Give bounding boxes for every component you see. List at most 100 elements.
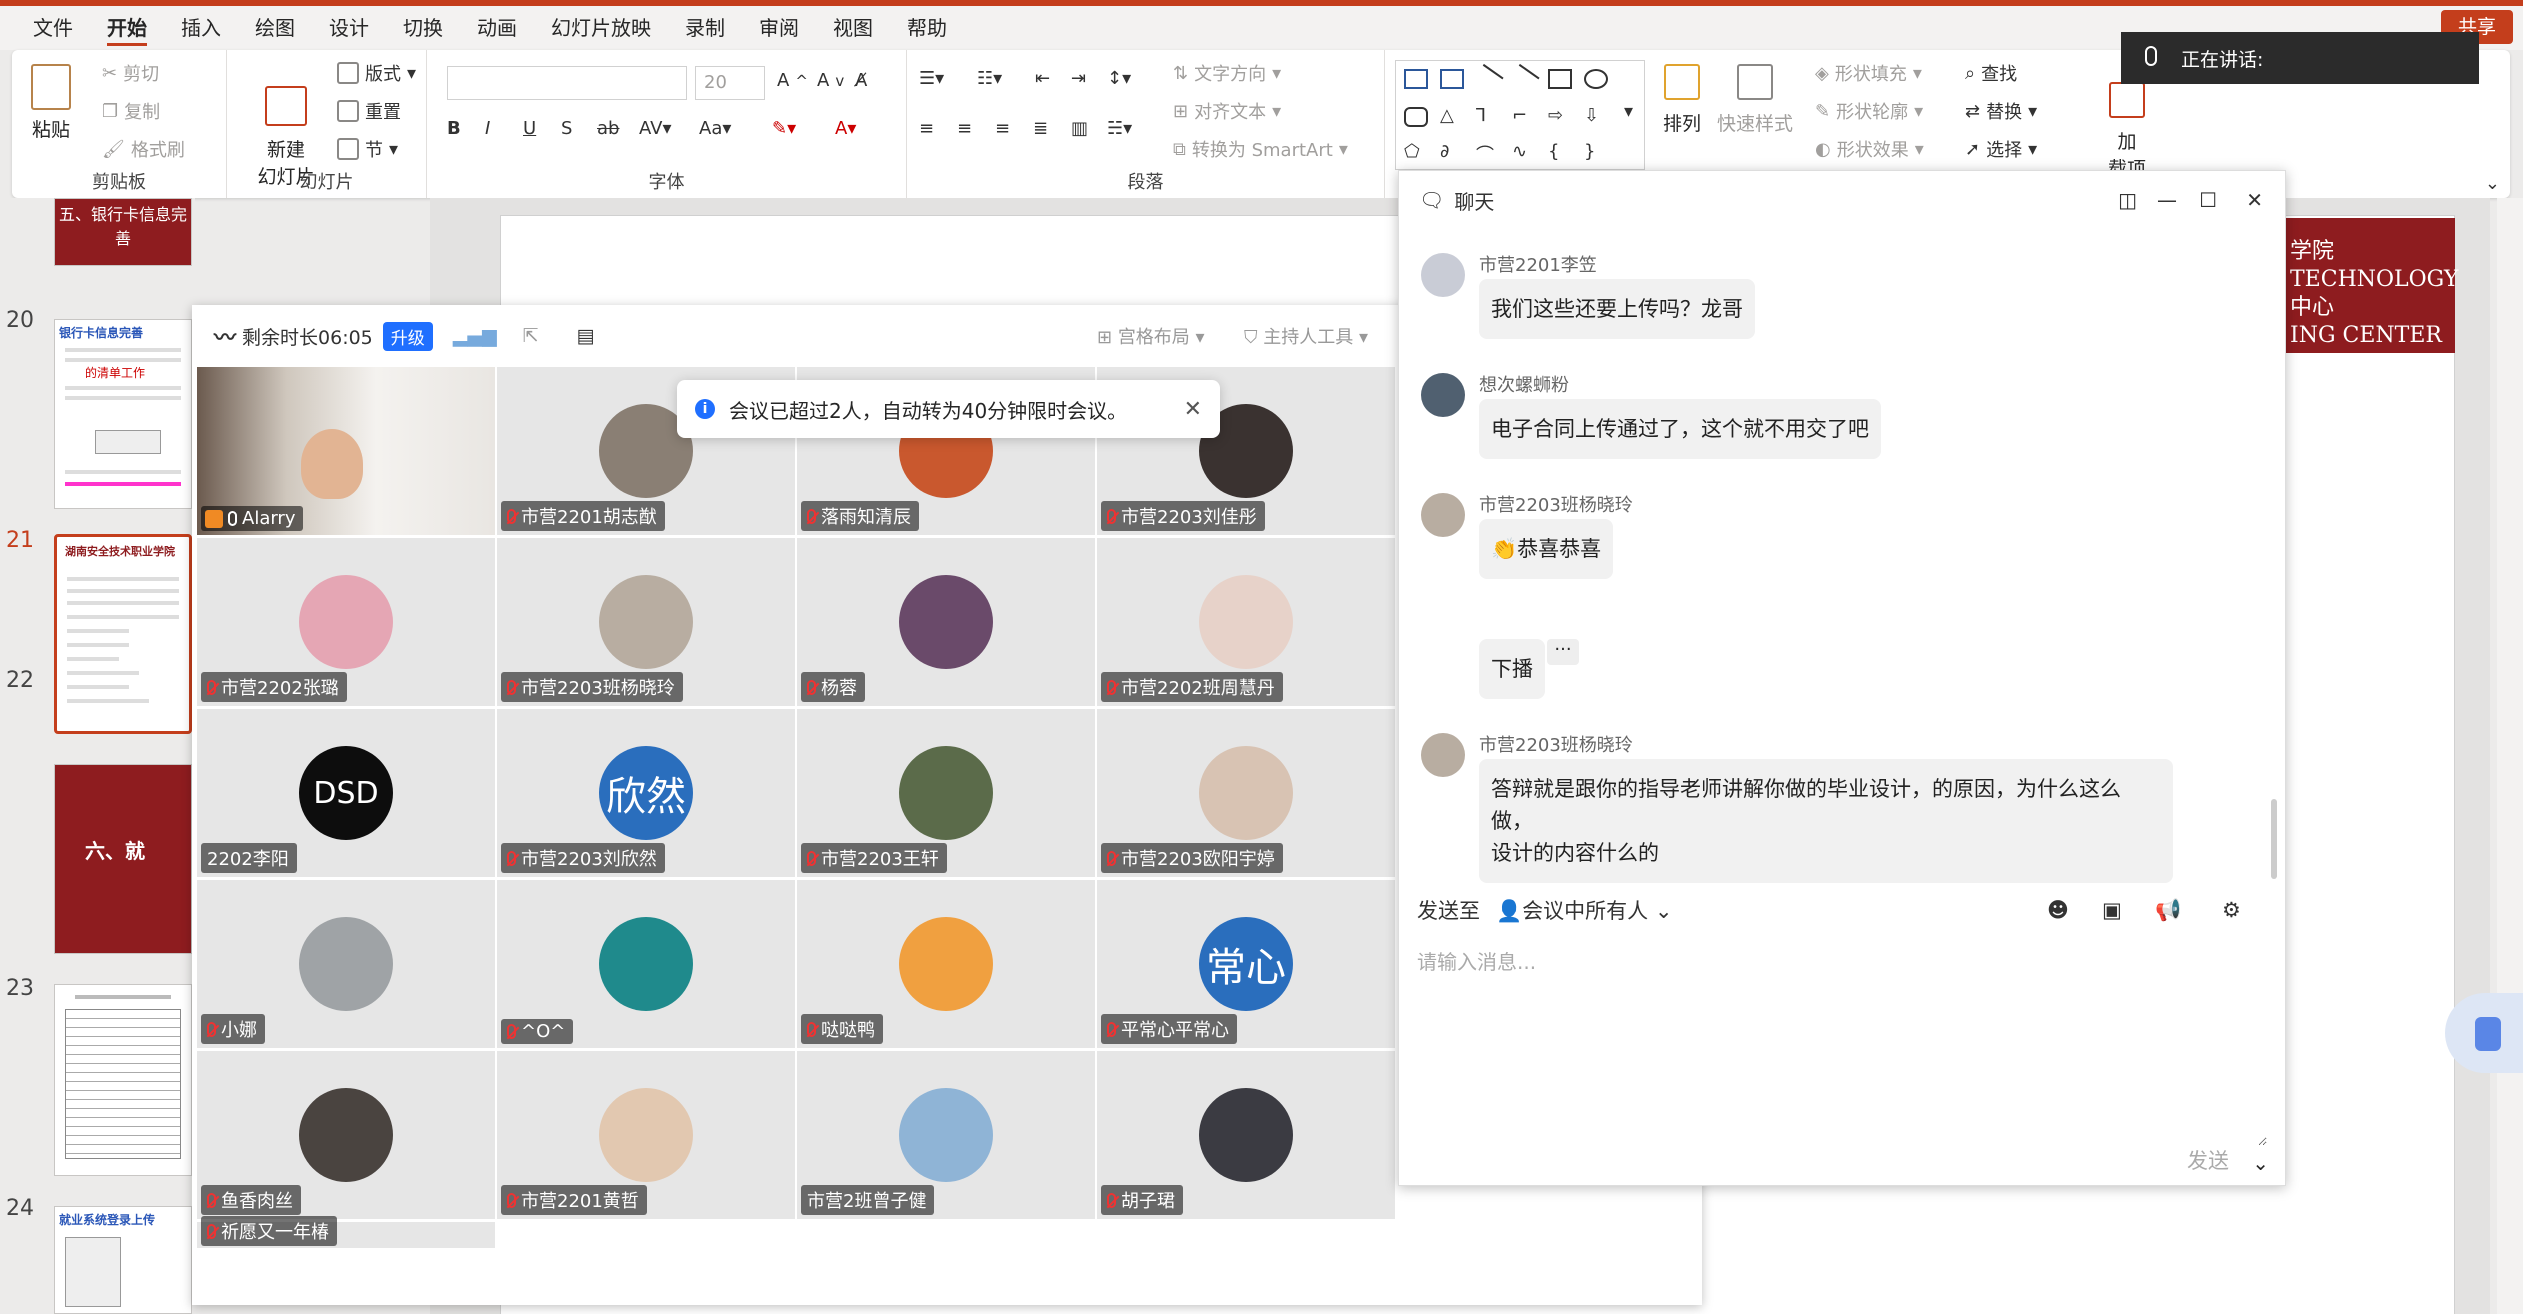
rounded-rect-icon[interactable] <box>1404 107 1428 127</box>
reset-button[interactable]: 重置 <box>337 98 401 124</box>
shadow-button[interactable]: S <box>561 118 572 139</box>
slide-thumb-24[interactable]: 就业系统登录上传 <box>54 1206 192 1314</box>
chat-scrollbar[interactable] <box>2271 799 2277 879</box>
elbow-arrow-icon[interactable]: ⌐ <box>1512 105 1527 126</box>
right-brace-icon[interactable]: } <box>1584 141 1595 162</box>
participant-tile[interactable]: 市营2班曾子健 <box>797 1051 1095 1219</box>
close-icon[interactable]: ✕ <box>2246 188 2263 212</box>
underline-button[interactable]: U <box>523 118 536 139</box>
participant-tile[interactable]: 祈愿又一年椿 <box>197 1216 495 1248</box>
announce-icon[interactable]: 📢 <box>2155 898 2181 923</box>
minimize-icon[interactable]: — <box>2157 188 2177 212</box>
shapes-more-icon[interactable]: ▾ <box>1624 101 1633 122</box>
scribble-shape-icon[interactable]: ∂ <box>1440 141 1449 162</box>
participant-tile[interactable]: 市营2201黄哲 <box>497 1051 795 1219</box>
floating-assistant-button[interactable] <box>2445 993 2523 1073</box>
line-spacing-button[interactable]: ↕▾ <box>1107 68 1131 89</box>
font-size-select[interactable]: 20 <box>695 66 765 100</box>
find-button[interactable]: ⌕ 查找 <box>1965 60 2017 86</box>
participant-tile[interactable]: 常心 平常心平常心 <box>1097 880 1395 1048</box>
spacing-button[interactable]: AV▾ <box>639 118 672 139</box>
smartart-button[interactable]: ⧉ 转换为 SmartArt ▾ <box>1173 136 1348 162</box>
sidebar-toggle-icon[interactable]: ◫ <box>2118 188 2137 212</box>
participant-tile[interactable]: 鱼香肉丝 <box>197 1051 495 1219</box>
editor-scrollbar[interactable] <box>2497 198 2523 1314</box>
file-icon[interactable]: ▣ <box>2102 898 2122 922</box>
send-button[interactable]: 发送 <box>2187 1145 2229 1175</box>
font-family-select[interactable] <box>447 66 687 100</box>
recipient-select[interactable]: 👤会议中所有人 ⌄ <box>1496 895 1672 925</box>
collapse-ribbon-icon[interactable]: ⌄ <box>2485 173 2500 194</box>
vertical-textbox-icon[interactable] <box>1440 69 1464 89</box>
participant-tile[interactable]: 胡子珺 <box>1097 1051 1395 1219</box>
font-color-button[interactable]: A▾ <box>835 118 856 139</box>
paste-button[interactable]: 粘贴 <box>26 64 76 142</box>
copy-button[interactable]: ❐ 复制 <box>102 98 160 124</box>
curve-shape-icon[interactable]: ∿ <box>1512 141 1527 162</box>
format-painter-button[interactable]: 🖌 格式刷 <box>102 136 185 162</box>
slide-thumb-20[interactable]: 银行卡信息完善 的清单工作 <box>54 319 192 509</box>
tab-home[interactable]: 开始 <box>90 6 164 50</box>
clear-format-icon[interactable]: A̸ <box>855 70 867 91</box>
shape-fill-button[interactable]: ◈ 形状填充 ▾ <box>1815 60 1922 86</box>
indent-button[interactable]: ⇥ <box>1071 68 1086 89</box>
quick-styles-button[interactable]: 快速样式 <box>1715 64 1795 136</box>
columns-button[interactable]: ▥ <box>1071 118 1088 139</box>
cut-button[interactable]: ✂ 剪切 <box>102 60 159 86</box>
tab-record[interactable]: 录制 <box>668 6 742 50</box>
send-options-icon[interactable]: ⌄ <box>2252 1151 2269 1175</box>
text-direction-button[interactable]: ⇅ 文字方向 ▾ <box>1173 60 1281 86</box>
outdent-button[interactable]: ⇤ <box>1035 68 1050 89</box>
participant-tile[interactable]: 市营2203王轩 <box>797 709 1095 877</box>
italic-button[interactable]: I <box>485 118 490 139</box>
oval-shape-icon[interactable] <box>1584 69 1608 89</box>
maximize-icon[interactable]: ☐ <box>2199 188 2217 212</box>
change-case-button[interactable]: Aa▾ <box>699 118 731 139</box>
close-icon[interactable]: ✕ <box>1184 397 1202 422</box>
tab-slideshow[interactable]: 幻灯片放映 <box>534 6 668 50</box>
more-options-icon[interactable]: ··· <box>1547 639 1579 665</box>
tab-file[interactable]: 文件 <box>16 6 90 50</box>
tab-help[interactable]: 帮助 <box>890 6 964 50</box>
tab-review[interactable]: 审阅 <box>742 6 816 50</box>
tab-insert[interactable]: 插入 <box>164 6 238 50</box>
tab-design[interactable]: 设计 <box>312 6 386 50</box>
triangle-shape-icon[interactable]: △ <box>1440 105 1454 126</box>
elbow-connector-icon[interactable]: ⅂ <box>1476 105 1486 126</box>
chat-input[interactable] <box>1417 946 2267 1146</box>
numbering-button[interactable]: ☷▾ <box>977 68 1002 89</box>
down-arrow-shape-icon[interactable]: ⇩ <box>1584 105 1599 126</box>
participant-tile[interactable]: 市营2203班杨晓玲 <box>497 538 795 706</box>
section-button[interactable]: 节 ▾ <box>337 136 398 162</box>
share-screen-icon[interactable]: ⇱ <box>523 325 539 347</box>
participant-tile[interactable]: 杨蓉 <box>797 538 1095 706</box>
line-shape-icon[interactable] <box>1472 63 1504 95</box>
tab-transitions[interactable]: 切换 <box>386 6 460 50</box>
participant-tile[interactable]: 市营2203欧阳宇婷 <box>1097 709 1395 877</box>
host-tools-button[interactable]: ⛉ 主持人工具 ▾ <box>1244 323 1368 349</box>
shapes-gallery[interactable]: △ ⅂ ⌐ ⇨ ⇩ ⬠ ∂ ⌒ ∿ { } ▾ <box>1395 60 1645 170</box>
chat-settings-icon[interactable]: ⚙ <box>2222 898 2241 922</box>
slide-thumb-19[interactable]: 五、银行卡信息完善 <box>54 198 192 266</box>
arc-shape-icon[interactable]: ⌒ <box>1476 141 1494 167</box>
tab-animations[interactable]: 动画 <box>460 6 534 50</box>
justify-button[interactable]: ≣ <box>1033 118 1048 139</box>
textbox-shape-icon[interactable] <box>1404 69 1428 89</box>
bullets-button[interactable]: ☰▾ <box>919 68 944 89</box>
participant-tile[interactable]: 哒哒鸭 <box>797 880 1095 1048</box>
align-right-button[interactable]: ≡ <box>995 118 1010 139</box>
shape-outline-button[interactable]: ✎ 形状轮廓 ▾ <box>1815 98 1923 124</box>
freeform-shape-icon[interactable]: ⬠ <box>1404 141 1420 162</box>
layout-button[interactable]: 版式 ▾ <box>337 60 416 86</box>
participant-tile[interactable]: DSD 2202李阳 <box>197 709 495 877</box>
shrink-font-button[interactable]: Av <box>817 70 844 91</box>
arrange-button[interactable]: 排列 <box>1657 64 1707 136</box>
notes-icon[interactable]: ▤ <box>577 325 595 347</box>
shape-effects-button[interactable]: ◐ 形状效果 ▾ <box>1815 136 1924 162</box>
participant-tile[interactable]: 小娜 <box>197 880 495 1048</box>
participant-tile[interactable]: 欣然 市营2203刘欣然 <box>497 709 795 877</box>
select-button[interactable]: ➚ 选择 ▾ <box>1965 136 2037 162</box>
replace-button[interactable]: ⇄ 替换 ▾ <box>1965 98 2037 124</box>
emoji-icon[interactable]: ☻ <box>2047 898 2069 922</box>
slide-thumb-21[interactable]: 湖南安全技术职业学院 <box>54 534 192 734</box>
